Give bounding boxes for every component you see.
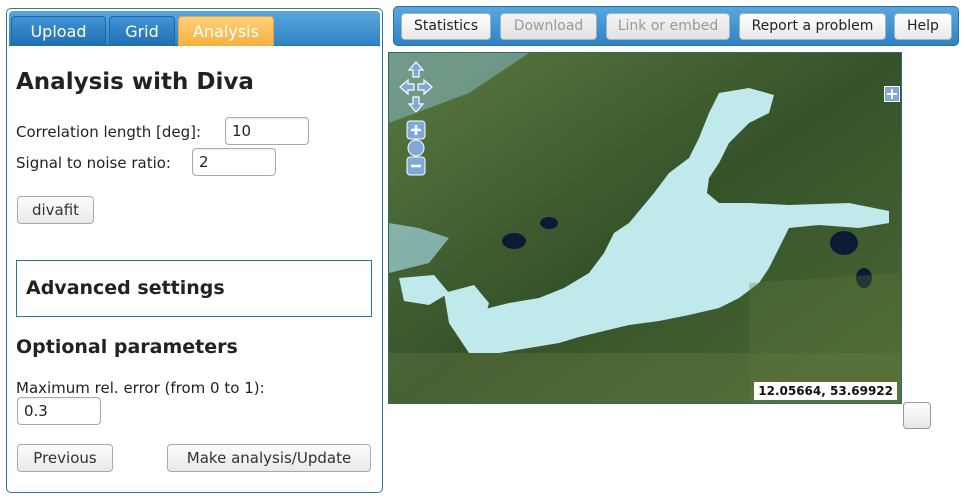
- pan-control-icon[interactable]: [399, 61, 433, 113]
- optional-parameters-title: Optional parameters: [16, 336, 238, 358]
- correlation-length-input[interactable]: [225, 117, 309, 145]
- map-small-button[interactable]: [903, 402, 931, 429]
- previous-button[interactable]: Previous: [17, 444, 113, 472]
- help-button[interactable]: Help: [894, 13, 952, 40]
- make-analysis-button[interactable]: Make analysis/Update: [167, 444, 371, 472]
- max-rel-error-input[interactable]: [17, 397, 101, 425]
- signal-to-noise-input[interactable]: [192, 148, 276, 176]
- top-toolbar: Statistics Download Link or embed Report…: [393, 6, 959, 46]
- tab-bar: Upload Grid Analysis: [9, 11, 380, 46]
- tab-analysis[interactable]: Analysis: [178, 16, 274, 46]
- analysis-panel: Upload Grid Analysis Analysis with Diva …: [6, 8, 383, 493]
- layer-switcher-icon[interactable]: [884, 86, 900, 102]
- tab-grid[interactable]: Grid: [109, 16, 175, 46]
- statistics-button[interactable]: Statistics: [401, 13, 491, 40]
- download-button[interactable]: Download: [500, 13, 597, 40]
- divafit-button[interactable]: divafit: [17, 196, 94, 224]
- mouse-coordinates: 12.05664, 53.69922: [754, 382, 897, 400]
- zoom-control-icon[interactable]: [406, 120, 426, 176]
- map-view[interactable]: 12.05664, 53.69922: [388, 52, 902, 404]
- map-image: [389, 53, 901, 403]
- advanced-settings-title[interactable]: Advanced settings: [26, 277, 225, 299]
- max-rel-error-label: Maximum rel. error (from 0 to 1):: [16, 379, 265, 397]
- signal-to-noise-label: Signal to noise ratio:: [16, 154, 171, 172]
- advanced-settings-section[interactable]: Advanced settings: [16, 260, 372, 317]
- link-or-embed-button[interactable]: Link or embed: [606, 13, 730, 40]
- correlation-length-label: Correlation length [deg]:: [16, 123, 202, 141]
- tab-upload[interactable]: Upload: [11, 16, 106, 46]
- report-problem-button[interactable]: Report a problem: [739, 13, 886, 40]
- page-title: Analysis with Diva: [16, 69, 254, 95]
